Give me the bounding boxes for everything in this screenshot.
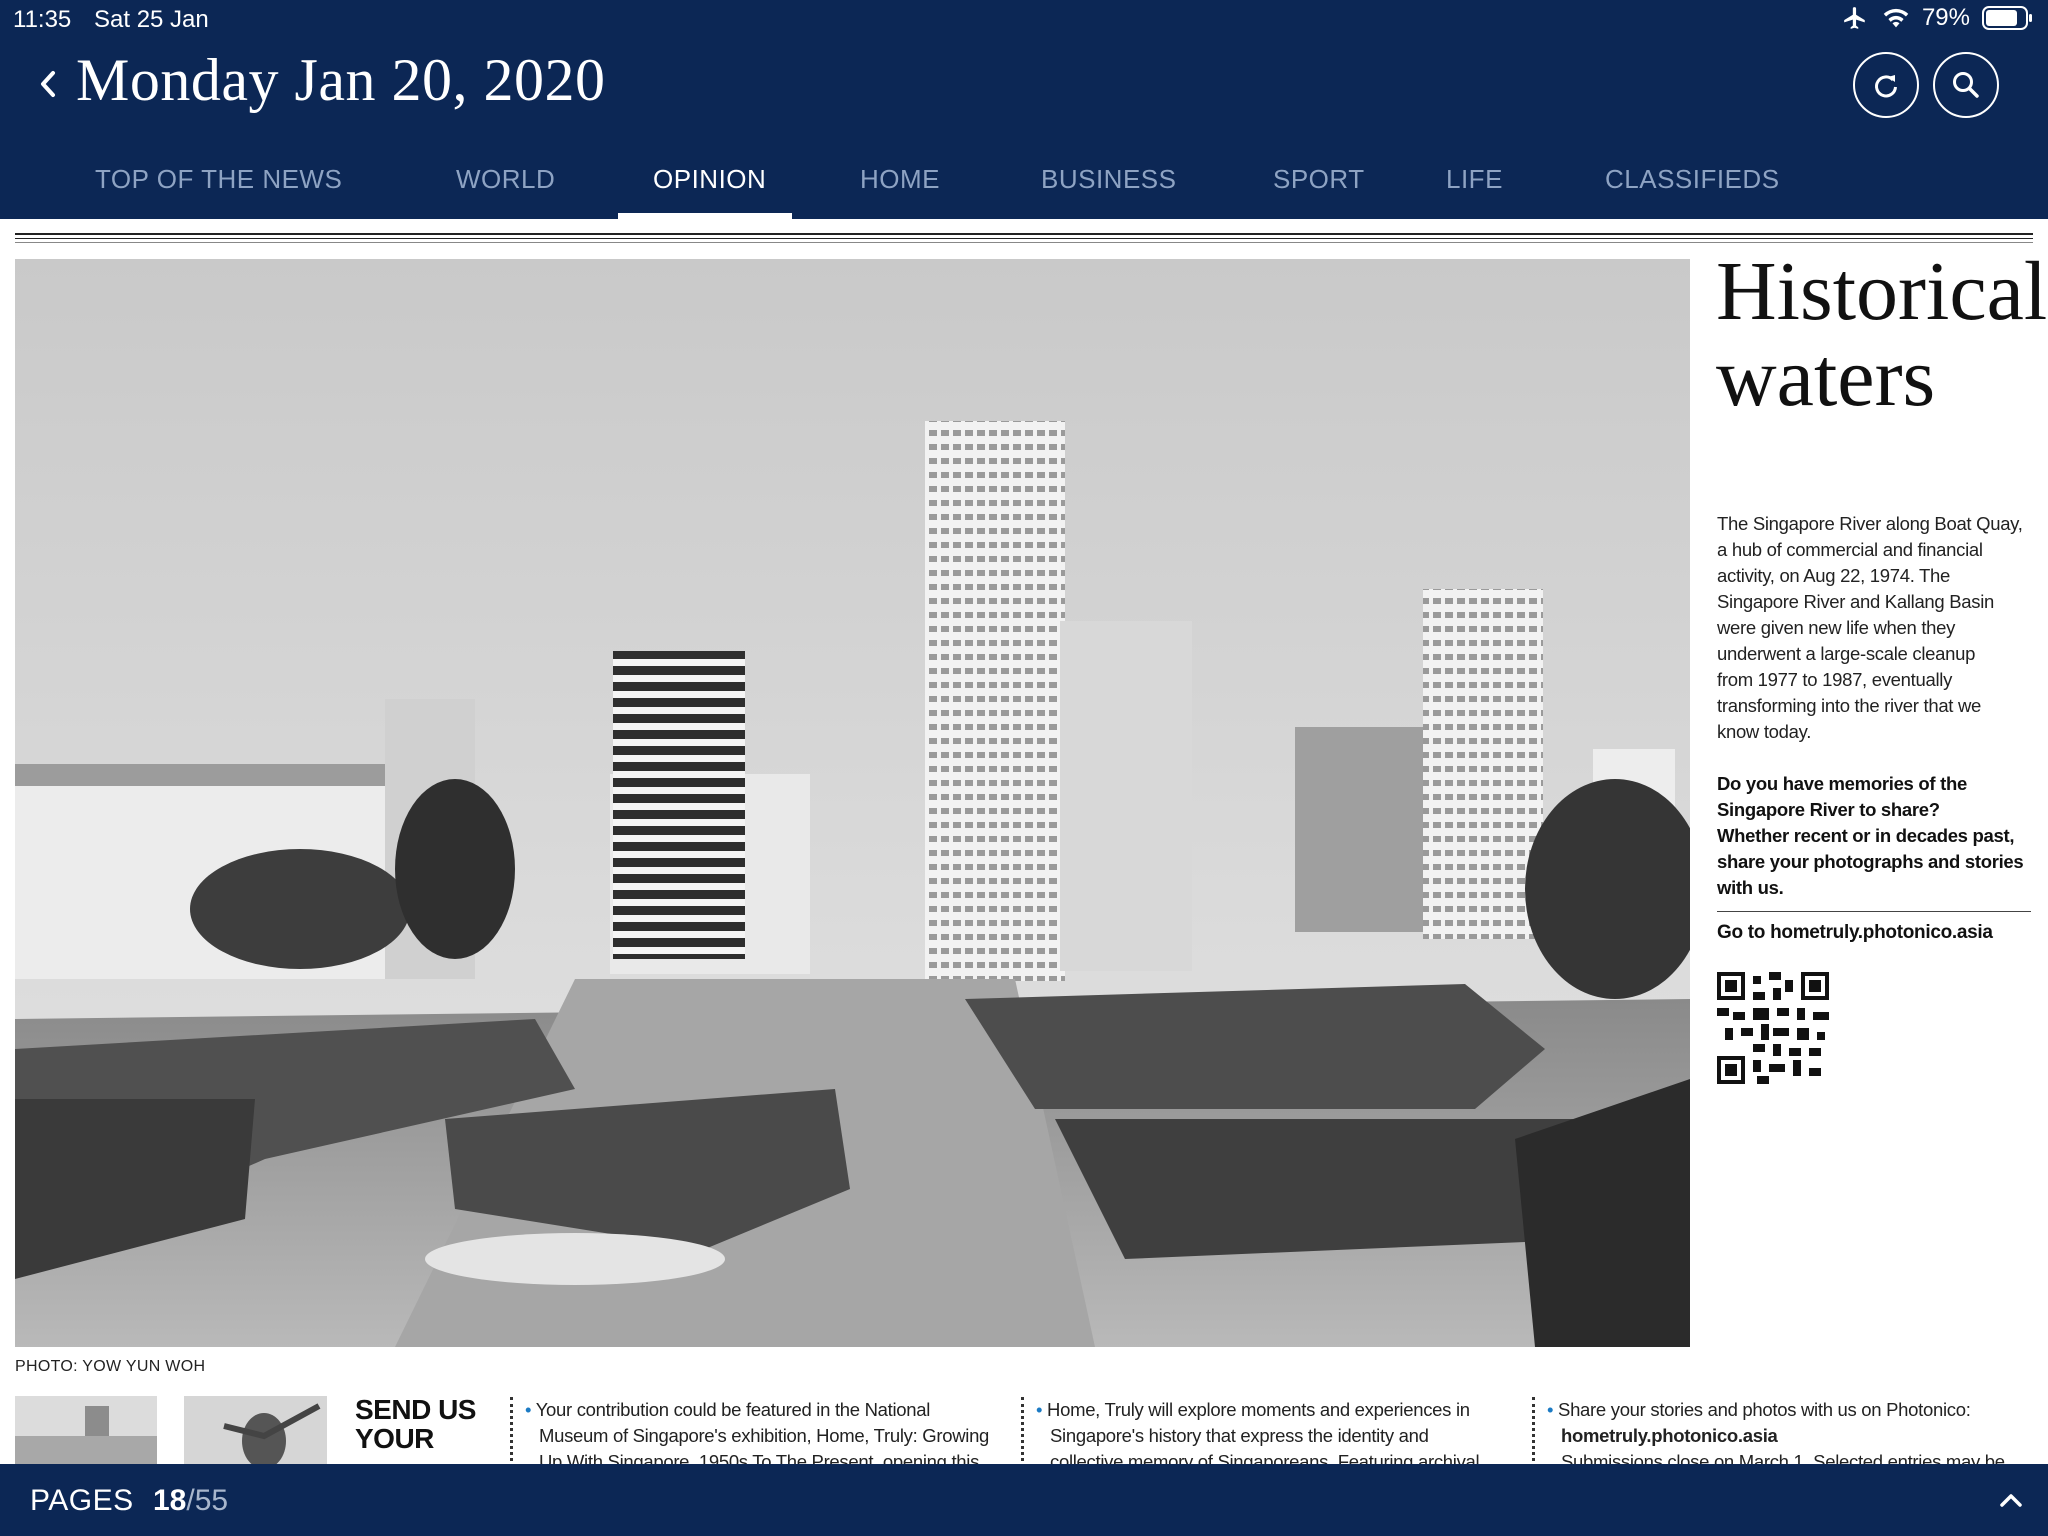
tab-classifieds[interactable]: CLASSIFIEDS [1605,164,1780,219]
cta-line: Do you have memories of the [1717,773,1967,794]
page-rule [15,238,2033,239]
info-column: • Home, Truly will explore moments and e… [1021,1397,1511,1464]
refresh-icon [1875,75,1897,98]
body-line: Singapore River and Kallang Basin [1717,591,1995,612]
body-line: know today. [1717,721,1812,742]
photonico-link[interactable]: hometruly.photonico.asia [1547,1423,2022,1449]
battery-icon [1982,5,2034,31]
status-indicators: 79% [1840,4,2034,32]
tab-opinion[interactable]: OPINION [653,164,766,219]
article-headline: Historical waters [1716,245,2048,424]
body-line: a hub of commercial and financial [1717,539,1983,560]
pages-label: PAGES [30,1484,134,1517]
bullet-icon: • [1547,1399,1559,1420]
back-icon [41,71,55,97]
info-text: Home, Truly will explore moments and exp… [1047,1399,1470,1420]
send-us-heading: SEND US YOUR [355,1395,476,1453]
goto-link[interactable]: Go to hometruly.photonico.asia [1717,922,1993,944]
total-pages: /55 [186,1484,229,1517]
cta-line: with us. [1717,877,1784,898]
cta-line: Whether recent or in decades past, [1717,825,2015,846]
body-line: underwent a large-scale cleanup [1717,643,1976,664]
body-line: The Singapore River along Boat Quay, [1717,513,2023,534]
thumbnail-photo [15,1396,157,1464]
body-line: from 1977 to 1987, eventually [1717,669,1953,690]
photo-credit: PHOTO: YOW YUN WOH [15,1358,206,1375]
bullet-icon: • [525,1399,536,1420]
headline-line: waters [1716,331,1936,424]
info-line: Singapore's history that express the ide… [1050,1425,1429,1446]
current-page: 18 [153,1484,187,1517]
issue-date-title: Monday Jan 20, 2020 [76,47,606,113]
thumbnail-photo [184,1396,327,1464]
info-line: Museum of Singapore's exhibition, Home, … [539,1425,990,1446]
info-text: Share your stories and photos with us on… [1558,1399,1971,1420]
back-button[interactable] [28,62,68,106]
body-line: transforming into the river that we [1717,695,1982,716]
tab-top-of-the-news[interactable]: TOP OF THE NEWS [95,164,342,219]
wifi-icon [1882,7,1910,29]
body-line: were given new life when they [1717,617,1956,638]
info-line: collective memory of Singaporeans. Featu… [1050,1451,1480,1464]
page-rule [15,242,2033,243]
status-time: 11:35 [13,6,72,33]
tab-life[interactable]: LIFE [1446,164,1503,219]
send-line: SEND US [355,1394,476,1425]
tab-home[interactable]: HOME [860,164,940,219]
title-row: Monday Jan 20, 2020 [0,40,2048,130]
pages-bar[interactable]: PAGES 18/55 [0,1464,2048,1536]
info-line: • Share your stories and photos with us … [1547,1397,2022,1423]
cta-line: share your photographs and stories [1717,851,2024,872]
page-rule [15,233,2033,235]
send-line: YOUR [355,1423,434,1454]
headline-line: Historical [1716,245,2048,338]
bullet-icon: • [1036,1399,1048,1420]
chevron-up-icon [2000,1494,2022,1507]
newspaper-page[interactable]: PHOTO: YOW YUN WOH Historical waters The… [0,219,2048,1464]
page-counter: 18/55 [153,1484,228,1518]
cta-line: Singapore River to share? [1717,799,1940,820]
expand-pages-button[interactable] [1993,1482,2029,1518]
section-tabs: TOP OF THE NEWS WORLD OPINION HOME BUSIN… [0,160,2048,219]
info-column: • Share your stories and photos with us … [1532,1397,2022,1464]
tab-world[interactable]: WORLD [456,164,555,219]
info-column: • Your contribution could be featured in… [510,1397,1000,1464]
airplane-icon [1840,5,1870,31]
info-line: Submissions close on March 1. Selected e… [1561,1451,2005,1464]
tab-business[interactable]: BUSINESS [1041,164,1177,219]
info-line: Up With Singapore, 1950s To The Present,… [539,1451,980,1464]
search-icon [1953,72,1979,98]
info-line: • Home, Truly will explore moments and e… [1036,1397,1511,1423]
status-date: Sat 25 Jan [94,6,209,33]
article-body: The Singapore River along Boat Quay, a h… [1717,511,2035,745]
call-to-action-text: Do you have memories of the Singapore Ri… [1717,771,2035,901]
tab-sport[interactable]: SPORT [1273,164,1365,219]
refresh-button[interactable] [1853,52,1919,118]
info-text: Your contribution could be featured in t… [535,1399,931,1420]
river-photo [15,259,1690,1347]
search-button[interactable] [1933,52,1999,118]
body-line: activity, on Aug 22, 1974. The [1717,565,1951,586]
sidebar-divider [1717,911,2031,912]
info-line: • Your contribution could be featured in… [525,1397,1000,1423]
app-header: 11:35 Sat 25 Jan 79% Monday Jan 20, 2020 [0,0,2048,219]
qr-code-icon[interactable] [1717,972,1829,1084]
status-bar: 11:35 Sat 25 Jan 79% [0,0,2048,40]
battery-percentage: 79% [1921,4,1970,31]
